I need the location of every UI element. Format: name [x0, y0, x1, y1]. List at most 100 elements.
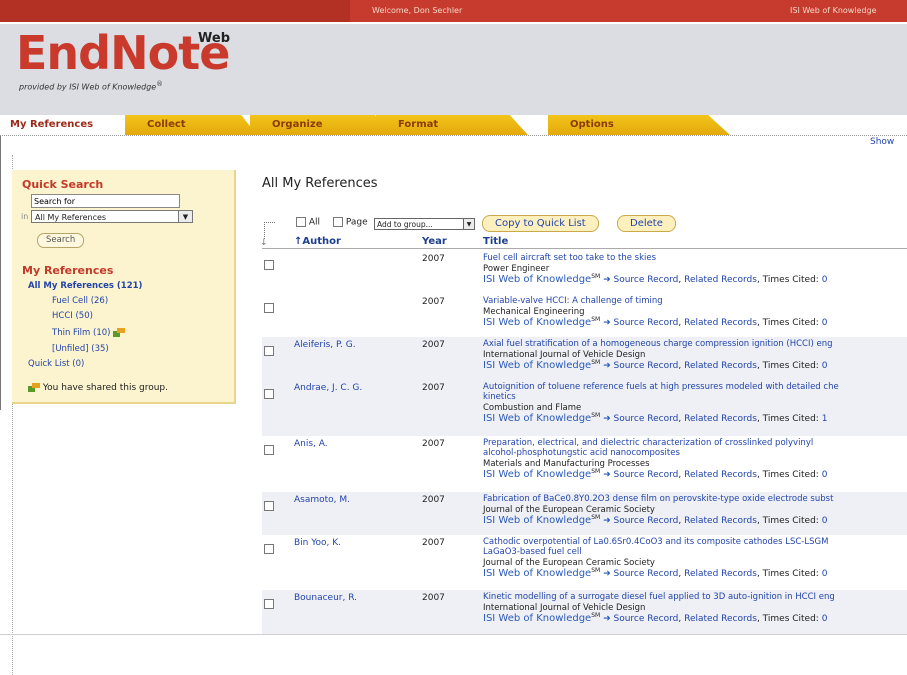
isi-wok-label[interactable]: ISI Web of Knowledge — [483, 274, 591, 285]
source-record-link[interactable]: Source Record — [614, 614, 679, 624]
sidebar-item-all-references[interactable]: All My References (121) — [28, 281, 142, 291]
row-title[interactable]: Variable-valve HCCI: A challenge of timi… — [483, 296, 907, 306]
row-title[interactable]: Fuel cell aircraft set too take to the s… — [483, 253, 907, 263]
column-title[interactable]: Title — [483, 236, 508, 247]
sm-mark: SM — [591, 612, 601, 619]
quick-search-input[interactable] — [31, 194, 180, 208]
table-row: Asamoto, M. 2007 Fabrication of BaCe0.8Y0.… — [262, 492, 907, 535]
row-title[interactable]: Fabrication of BaCe0.8Y0.2O3 dense film … — [483, 494, 907, 504]
select-all-checkbox[interactable] — [296, 217, 306, 227]
table-row: Andrae, J. C. G. 2007 Autoignition of tolu… — [262, 380, 907, 436]
times-cited-label: Times Cited: — [762, 516, 819, 526]
row-checkbox[interactable] — [264, 445, 274, 455]
row-author[interactable]: Bounaceur, R. — [294, 593, 357, 603]
row-title[interactable]: Kinetic modelling of a surrogate diesel … — [483, 592, 907, 602]
times-cited-label: Times Cited: — [762, 275, 819, 285]
source-record-link[interactable]: Source Record — [614, 414, 679, 424]
tab-collect[interactable]: Collect — [125, 115, 257, 135]
tab-format[interactable]: Format — [376, 115, 528, 135]
add-to-group-select[interactable]: Add to group... ▼ — [374, 218, 475, 230]
row-title[interactable]: Autoignition of toluene reference fuels … — [483, 382, 907, 402]
times-cited-count[interactable]: 0 — [822, 614, 828, 624]
row-checkbox[interactable] — [264, 346, 274, 356]
select-page-control[interactable]: Page — [333, 217, 368, 228]
chevron-down-icon: ▼ — [463, 219, 474, 229]
select-page-checkbox[interactable] — [333, 217, 343, 227]
sidebar-item-thin-film[interactable]: Thin Film (10) — [52, 328, 126, 338]
related-records-link[interactable]: Related Records — [684, 569, 757, 579]
related-records-link[interactable]: Related Records — [684, 275, 757, 285]
isi-wok-label[interactable]: ISI Web of Knowledge — [483, 469, 591, 480]
row-title[interactable]: Cathodic overpotential of La0.6Sr0.4CoO3… — [483, 537, 907, 557]
isi-wok-label[interactable]: ISI Web of Knowledge — [483, 515, 591, 526]
row-author[interactable]: Andrae, J. C. G. — [294, 383, 362, 393]
row-title[interactable]: Preparation, electrical, and dielectric … — [483, 438, 907, 458]
sidebar: Quick Search in All My References ▼ Sear… — [12, 170, 236, 404]
source-record-link[interactable]: Source Record — [614, 470, 679, 480]
source-record-link[interactable]: Source Record — [614, 361, 679, 371]
sm-mark: SM — [591, 359, 601, 366]
times-cited-count[interactable]: 1 — [822, 414, 828, 424]
source-record-link[interactable]: Source Record — [614, 318, 679, 328]
copy-to-quick-list-button[interactable]: Copy to Quick List — [482, 215, 599, 232]
sidebar-item-fuel-cell[interactable]: Fuel Cell (26) — [52, 296, 108, 306]
thin-film-label: Thin Film (10) — [52, 328, 111, 338]
search-button[interactable]: Search — [37, 233, 85, 248]
times-cited-count[interactable]: 0 — [822, 361, 828, 371]
row-title[interactable]: Axial fuel stratification of a homogeneo… — [483, 339, 907, 349]
times-cited-count[interactable]: 0 — [822, 569, 828, 579]
related-records-link[interactable]: Related Records — [684, 516, 757, 526]
shared-note-text: You have shared this group. — [42, 383, 168, 393]
row-wok-links: ISI Web of KnowledgeSM ➜ Source Record, … — [483, 412, 828, 424]
row-checkbox[interactable] — [264, 544, 274, 554]
source-record-link[interactable]: Source Record — [614, 275, 679, 285]
tab-options[interactable]: Options — [548, 115, 730, 135]
times-cited-label: Times Cited: — [762, 614, 819, 624]
isi-wok-label[interactable]: ISI Web of Knowledge — [483, 568, 591, 579]
delete-button[interactable]: Delete — [617, 215, 676, 232]
tab-my-references[interactable]: My References — [0, 115, 122, 135]
bottom-divider — [0, 634, 907, 635]
row-checkbox[interactable] — [264, 501, 274, 511]
tab-organize[interactable]: Organize — [250, 115, 392, 135]
row-author[interactable]: Bin Yoo, K. — [294, 538, 341, 548]
isi-wok-label[interactable]: ISI Web of Knowledge — [483, 360, 591, 371]
search-scope-select[interactable]: All My References ▼ — [31, 210, 193, 223]
times-cited-count[interactable]: 0 — [822, 470, 828, 480]
select-bracket — [264, 222, 275, 239]
tagline-text: provided by ISI Web of Knowledge — [19, 82, 157, 92]
isi-wok-label[interactable]: ISI Web of Knowledge — [483, 317, 591, 328]
sidebar-item-unfiled[interactable]: [Unfiled] (35) — [52, 344, 109, 354]
row-checkbox[interactable] — [264, 599, 274, 609]
row-checkbox[interactable] — [264, 260, 274, 270]
row-checkbox[interactable] — [264, 389, 274, 399]
isi-wok-label[interactable]: ISI Web of Knowledge — [483, 613, 591, 624]
isi-wok-label[interactable]: ISI Web of Knowledge — [483, 413, 591, 424]
shared-note: You have shared this group. — [28, 383, 168, 393]
related-records-link[interactable]: Related Records — [684, 470, 757, 480]
related-records-link[interactable]: Related Records — [684, 614, 757, 624]
sidebar-item-quick-list[interactable]: Quick List (0) — [28, 359, 84, 369]
select-all-control[interactable]: All — [296, 217, 320, 228]
isi-wok-link[interactable]: ISI Web of Knowledge — [790, 6, 877, 15]
related-records-link[interactable]: Related Records — [684, 318, 757, 328]
row-year: 2007 — [422, 538, 445, 548]
row-author[interactable]: Anis, A. — [294, 439, 328, 449]
times-cited-count[interactable]: 0 — [822, 516, 828, 526]
source-record-link[interactable]: Source Record — [614, 516, 679, 526]
show-link[interactable]: Show — [870, 137, 894, 147]
in-label: in — [21, 212, 29, 221]
row-author[interactable]: Aleiferis, P. G. — [294, 340, 356, 350]
column-year[interactable]: Year — [422, 236, 447, 247]
sidebar-item-hcci[interactable]: HCCI (50) — [52, 311, 93, 321]
related-records-link[interactable]: Related Records — [684, 414, 757, 424]
related-records-link[interactable]: Related Records — [684, 361, 757, 371]
column-author[interactable]: ↑Author — [294, 236, 341, 247]
times-cited-count[interactable]: 0 — [822, 318, 828, 328]
row-wok-links: ISI Web of KnowledgeSM ➜ Source Record, … — [483, 514, 828, 526]
row-author[interactable]: Asamoto, M. — [294, 495, 350, 505]
source-record-link[interactable]: Source Record — [614, 569, 679, 579]
row-checkbox[interactable] — [264, 303, 274, 313]
times-cited-count[interactable]: 0 — [822, 275, 828, 285]
table-row: Aleiferis, P. G. 2007 Axial fuel stratific… — [262, 337, 907, 380]
